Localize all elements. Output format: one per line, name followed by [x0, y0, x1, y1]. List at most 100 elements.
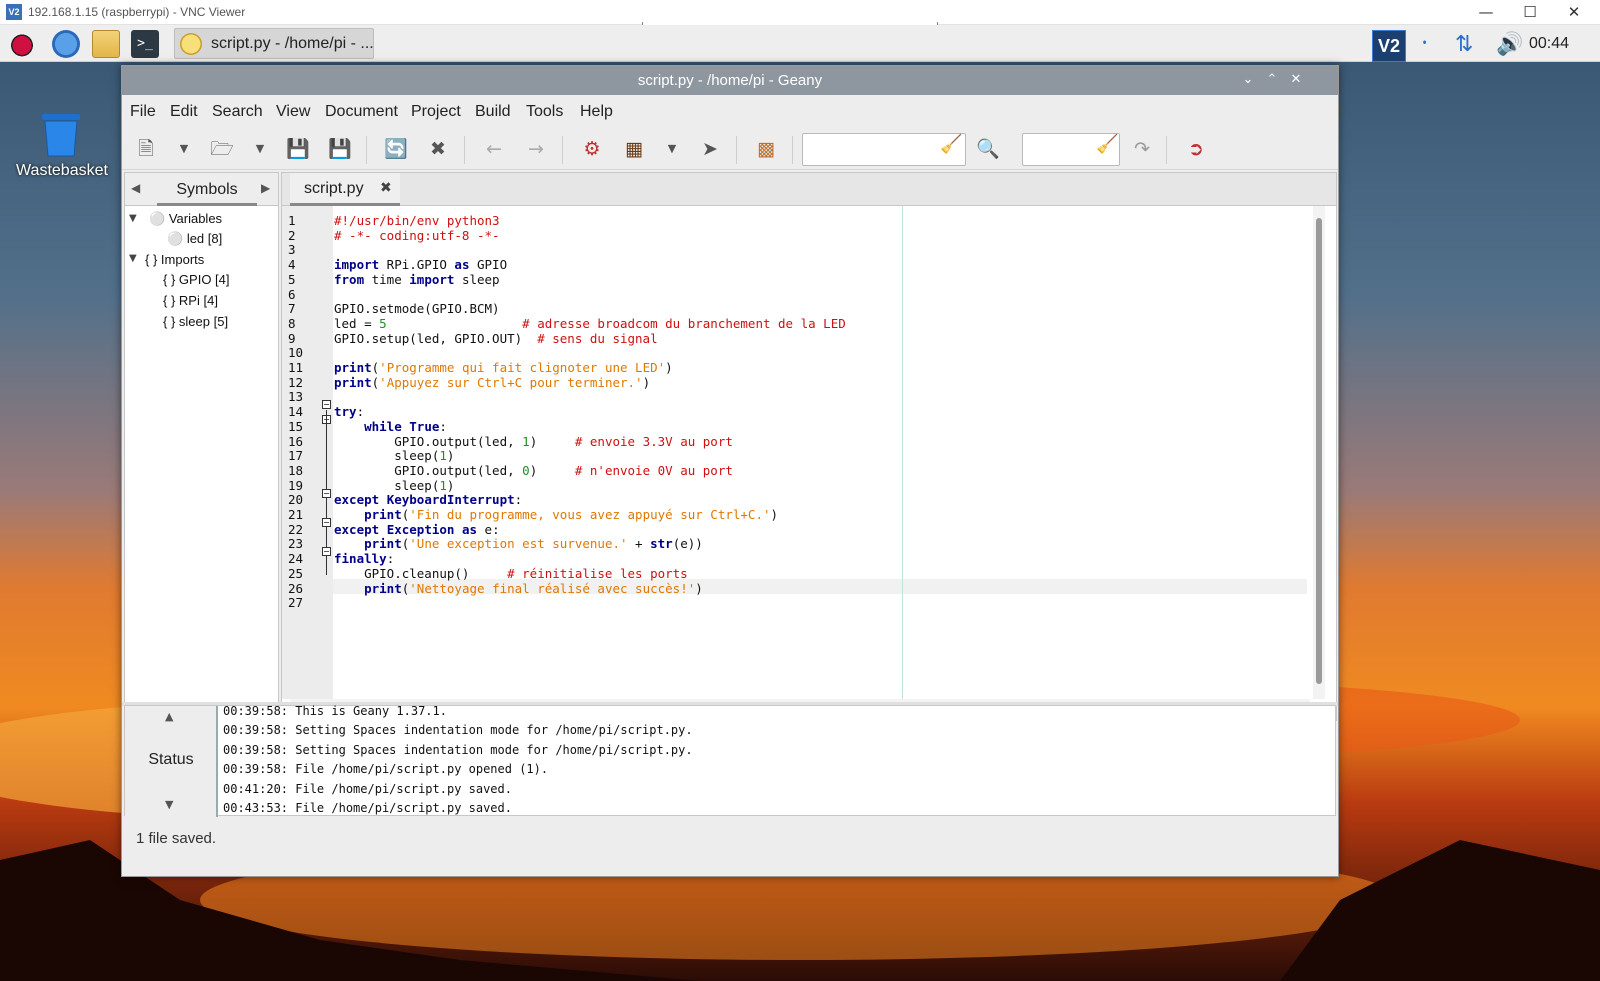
close-file-icon[interactable]: ✖ [426, 137, 450, 161]
close-icon[interactable]: ✕ [1288, 72, 1304, 88]
volume-icon[interactable]: 🔊 [1496, 30, 1523, 60]
close-icon[interactable]: ✕ [1554, 2, 1594, 23]
color-chooser-icon[interactable]: ▩ [754, 137, 778, 161]
task-label: script.py - /home/pi - ... [211, 35, 374, 52]
code-line[interactable]: print('Programme qui fait clignoter une … [334, 360, 673, 375]
menu-tools[interactable]: Tools [526, 103, 563, 121]
code-line[interactable]: GPIO.output(led, 1) # envoie 3.3V au por… [334, 434, 733, 449]
code-editor: script.py ✖ 1 #!/usr/bin/env python3 2 # -*… [281, 172, 1337, 721]
minimize-icon[interactable]: — [1466, 2, 1506, 23]
back-arrow-icon[interactable]: ← [482, 137, 506, 161]
tab-symbols[interactable]: Symbols [157, 173, 257, 206]
menu-help[interactable]: Help [580, 103, 613, 121]
quit-icon[interactable]: ➲ [1184, 137, 1208, 161]
message-next-icon[interactable]: ▼ [165, 798, 173, 811]
fold-finally-icon[interactable]: − [322, 547, 331, 556]
forward-arrow-icon[interactable]: → [524, 137, 548, 161]
line-number: 19 [288, 477, 304, 493]
clear-search-icon[interactable]: 🧹 [940, 134, 962, 155]
tree-item-rpi[interactable]: { } RPi [4] [163, 293, 218, 308]
code-line[interactable]: while True: [334, 419, 447, 434]
compile-icon[interactable]: ⚙ [580, 137, 604, 161]
window-title: script.py - /home/pi - Geany [637, 72, 823, 89]
menu-view[interactable]: View [276, 103, 310, 121]
code-line[interactable]: try: [334, 404, 364, 419]
sidebar-next-icon[interactable]: ▶ [261, 181, 270, 195]
window-title-bar[interactable]: script.py - /home/pi - Geany ⌄ ⌃ ✕ [122, 66, 1338, 95]
terminal-icon[interactable]: >_ [131, 30, 159, 58]
code-line[interactable]: GPIO.setmode(GPIO.BCM) [334, 301, 500, 316]
expand-variables-icon[interactable]: ▼ [129, 213, 137, 224]
build-icon[interactable]: ▦ [622, 137, 646, 161]
web-browser-icon[interactable] [52, 30, 80, 58]
status-bar: 1 file saved. [122, 820, 1338, 858]
clear-goto-icon[interactable]: 🧹 [1096, 134, 1118, 155]
raspberry-menu-icon[interactable] [8, 30, 36, 58]
line-number: 25 [288, 565, 304, 581]
code-line[interactable]: print('Fin du programme, vous avez appuy… [334, 507, 778, 522]
code-line[interactable]: except Exception as e: [334, 522, 500, 537]
code-line[interactable]: import RPi.GPIO as GPIO [334, 257, 507, 272]
open-file-icon[interactable]: 🗁 [210, 137, 234, 161]
code-line[interactable]: except KeyboardInterrupt: [334, 492, 522, 507]
message-prev-icon[interactable]: ▲ [165, 710, 173, 723]
fold-try-icon[interactable]: − [322, 400, 331, 409]
open-dropdown-icon[interactable]: ▼ [248, 137, 272, 161]
new-file-icon[interactable]: 🗎 [134, 137, 158, 161]
save-icon[interactable]: 💾 [286, 137, 310, 161]
code-line[interactable]: finally: [334, 551, 394, 566]
menu-search[interactable]: Search [212, 103, 263, 121]
tree-item-sleep[interactable]: { } sleep [5] [163, 314, 228, 329]
fold-except-icon[interactable]: − [322, 489, 331, 498]
network-icon[interactable]: ⇅ [1455, 30, 1473, 60]
menu-document[interactable]: Document [325, 103, 398, 121]
search-icon[interactable]: 🔍 [976, 137, 1000, 161]
execute-icon[interactable]: ➤ [698, 137, 722, 161]
menu-build[interactable]: Build [475, 103, 511, 121]
fold-except-icon[interactable]: − [322, 518, 331, 527]
tree-item-led[interactable]: ⚪ led [8] [167, 231, 222, 247]
save-all-icon[interactable]: 💾 [328, 137, 352, 161]
taskbar-task-geany[interactable]: script.py - /home/pi - ... [174, 28, 374, 59]
minimize-icon[interactable]: ⌄ [1240, 72, 1256, 88]
tab-script-py[interactable]: script.py ✖ [290, 173, 400, 206]
expand-imports-icon[interactable]: ▼ [129, 253, 137, 264]
code-line[interactable]: led = 5 # adresse broadcom du branchemen… [334, 316, 846, 331]
code-line[interactable]: sleep(1) [334, 478, 454, 493]
revert-icon[interactable]: 🔄 [384, 137, 408, 161]
tree-item-gpio[interactable]: { } GPIO [4] [163, 272, 230, 287]
code-line[interactable]: from time import sleep [334, 272, 500, 287]
code-line[interactable]: # -*- coding:utf-8 -*- [334, 228, 500, 243]
build-dropdown-icon[interactable]: ▼ [660, 137, 684, 161]
scroll-thumb[interactable] [1316, 218, 1322, 684]
geany-window: script.py - /home/pi - Geany ⌄ ⌃ ✕ File … [121, 65, 1339, 877]
toolbar-separator [366, 136, 367, 164]
tree-group-variables[interactable]: ⚪ Variables [149, 211, 222, 227]
code-line[interactable]: print('Appuyez sur Ctrl+C pour terminer.… [334, 375, 650, 390]
close-tab-icon[interactable]: ✖ [380, 180, 392, 196]
vertical-scrollbar[interactable] [1313, 206, 1325, 699]
code-line[interactable]: print('Nettoyage final réalisé avec succ… [334, 581, 703, 596]
vnc-tray-icon[interactable]: V2 [1372, 30, 1406, 62]
maximize-icon[interactable]: ☐ [1510, 2, 1550, 23]
menu-project[interactable]: Project [411, 103, 461, 121]
wastebasket-icon[interactable] [40, 112, 82, 158]
code-line[interactable]: GPIO.output(led, 0) # n'envoie 0V au por… [334, 463, 733, 478]
new-file-dropdown-icon[interactable]: ▼ [172, 137, 196, 161]
bluetooth-icon[interactable]: ᛫ [1418, 30, 1431, 60]
file-manager-icon[interactable] [92, 30, 120, 58]
code-line[interactable]: GPIO.cleanup() # réinitialise les ports [334, 566, 688, 581]
sidebar-prev-icon[interactable]: ◀ [131, 181, 140, 195]
code-line[interactable]: print('Une exception est survenue.' + st… [334, 536, 703, 551]
tab-status[interactable]: Status [125, 751, 217, 769]
tab-label: script.py [304, 180, 364, 197]
code-line[interactable]: #!/usr/bin/env python3 [334, 213, 500, 228]
menu-edit[interactable]: Edit [170, 103, 198, 121]
code-line[interactable]: GPIO.setup(led, GPIO.OUT) # sens du sign… [334, 331, 658, 346]
code-line[interactable]: sleep(1) [334, 448, 454, 463]
menu-file[interactable]: File [130, 103, 156, 121]
goto-line-icon[interactable]: ↷ [1130, 137, 1154, 161]
tree-group-imports[interactable]: { } Imports [145, 252, 204, 267]
tree-group-label: Variables [168, 211, 223, 226]
maximize-icon[interactable]: ⌃ [1264, 72, 1280, 88]
